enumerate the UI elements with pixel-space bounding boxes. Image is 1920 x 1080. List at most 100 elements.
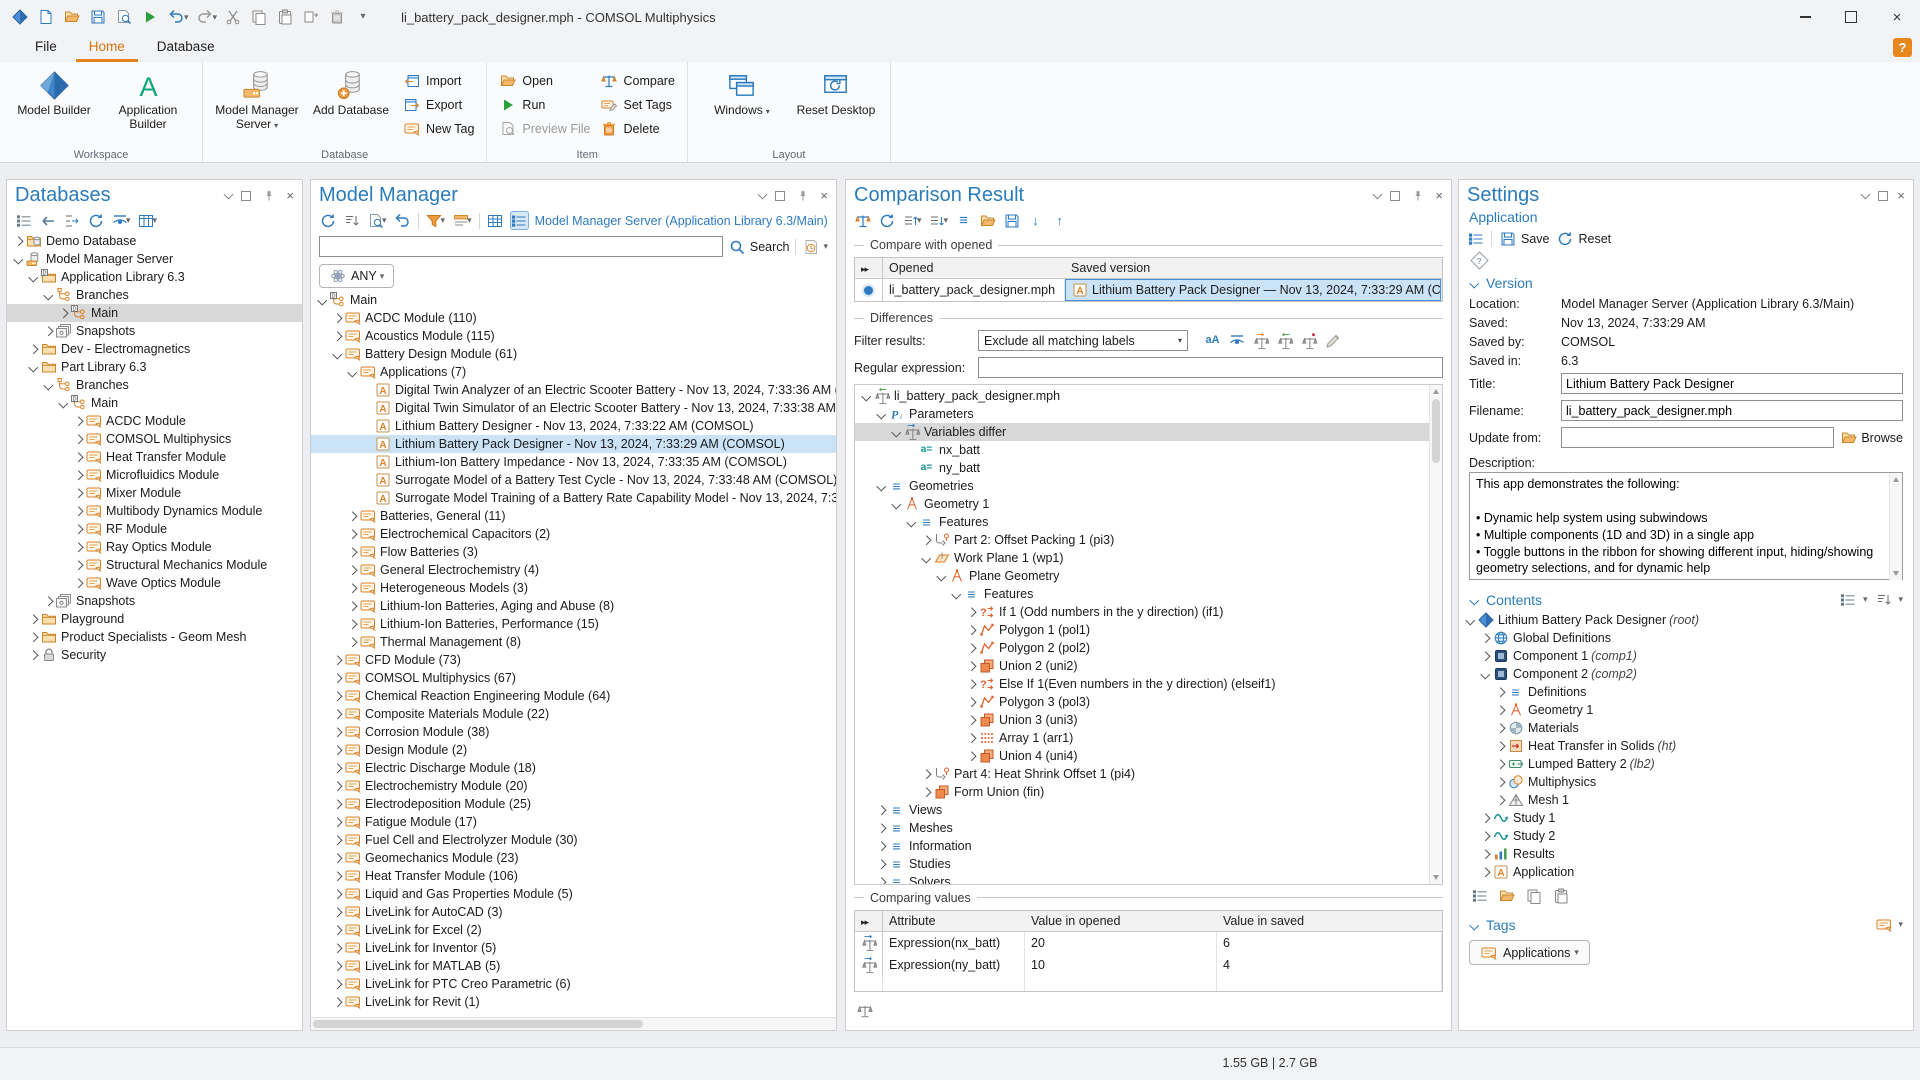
- goto-button[interactable]: [63, 212, 80, 229]
- chevron-down-icon[interactable]: [757, 189, 768, 199]
- tree-item-features[interactable]: ≡ Features: [855, 513, 1442, 531]
- tree-item-main[interactable]: Main: [7, 304, 302, 322]
- copy-button[interactable]: [249, 7, 269, 27]
- expander-icon[interactable]: [1478, 633, 1492, 643]
- attribute-cell[interactable]: Expression(ny_batt): [883, 953, 1025, 976]
- tree-item-form-union-fin[interactable]: Form Union (fin): [855, 783, 1442, 801]
- tree-item-mesh-1[interactable]: Mesh 1: [1459, 791, 1913, 809]
- tree-item-union-4-uni4[interactable]: Union 4 (uni4): [855, 747, 1442, 765]
- undo-button[interactable]: ▾: [166, 7, 189, 27]
- expander-icon[interactable]: [330, 961, 344, 971]
- tree-item-corrosion-module[interactable]: Corrosion Module (38): [311, 723, 836, 741]
- tree-item-geometries[interactable]: ≡ Geometries: [855, 477, 1442, 495]
- cut-button[interactable]: [223, 7, 243, 27]
- tree-item-studies[interactable]: ≡ Studies: [855, 855, 1442, 873]
- regular-expression-input[interactable]: [978, 357, 1443, 378]
- tree-item-component-2[interactable]: Component 2 (comp2): [1459, 665, 1913, 683]
- tree-item-heat-transfer-module[interactable]: Heat Transfer Module: [7, 448, 302, 466]
- column-header-opened[interactable]: Opened: [883, 258, 1065, 279]
- value-in-saved-cell[interactable]: 4: [1217, 953, 1442, 976]
- attribute-cell[interactable]: Expression(nx_batt): [883, 931, 1025, 954]
- description-field[interactable]: This app demonstrates the following: • D…: [1469, 472, 1903, 580]
- minimize-button[interactable]: [1782, 0, 1828, 34]
- tree-item-acdc-module[interactable]: ACDC Module: [7, 412, 302, 430]
- tree-item-global-definitions[interactable]: Global Definitions: [1459, 629, 1913, 647]
- table-corner[interactable]: ▸▸: [855, 258, 883, 279]
- expander-icon[interactable]: [41, 596, 55, 606]
- tag-chip-applications[interactable]: Applications ▾: [1469, 940, 1590, 965]
- sort-order-icon[interactable]: [1875, 591, 1892, 608]
- expander-icon[interactable]: [345, 619, 359, 629]
- tree-item-views[interactable]: ≡ Views: [855, 801, 1442, 819]
- expander-icon[interactable]: [330, 835, 344, 845]
- expander-icon[interactable]: [330, 889, 344, 899]
- vertical-scrollbar[interactable]: [1429, 385, 1442, 884]
- tree-item-design-module[interactable]: Design Module (2): [311, 741, 836, 759]
- expander-icon[interactable]: [345, 367, 359, 378]
- expander-icon[interactable]: [71, 578, 85, 588]
- refresh-button[interactable]: [878, 212, 895, 229]
- tree-item-playground[interactable]: Playground: [7, 610, 302, 628]
- tree-item-lithium-battery-pack-designer-nov-13-202[interactable]: Lithium Battery Pack Designer - Nov 13, …: [311, 435, 836, 453]
- maximize-button[interactable]: [1828, 0, 1874, 34]
- show-options-icon[interactable]: [1467, 230, 1484, 247]
- tree-item-flow-batteries[interactable]: Flow Batteries (3): [311, 543, 836, 561]
- tree-item-composite-materials-module[interactable]: Composite Materials Module (22): [311, 705, 836, 723]
- tree-item-electrochemical-capacitors[interactable]: Electrochemical Capacitors (2): [311, 525, 836, 543]
- tree-item-livelink-for-revit[interactable]: LiveLink for Revit (1): [311, 993, 836, 1011]
- expander-icon[interactable]: [964, 697, 978, 707]
- tree-item-wave-optics-module[interactable]: Wave Optics Module: [7, 574, 302, 592]
- tree-item-surrogate-model-training-of-a-battery-ra[interactable]: Surrogate Model Training of a Battery Ra…: [311, 489, 836, 507]
- expander-icon[interactable]: [330, 349, 344, 360]
- tree-item-model-manager-server[interactable]: Model Manager Server: [7, 250, 302, 268]
- expander-icon[interactable]: [919, 769, 933, 779]
- expander-icon[interactable]: [330, 925, 344, 935]
- tree-item-materials[interactable]: Materials: [1459, 719, 1913, 737]
- tree-item-lithium-ion-batteries-performance[interactable]: Lithium-Ion Batteries, Performance (15): [311, 615, 836, 633]
- filter-results-dropdown[interactable]: Exclude all matching labels ▾: [978, 330, 1188, 351]
- tree-item-digital-twin-analyzer-of-an-electric-sco[interactable]: Digital Twin Analyzer of an Electric Sco…: [311, 381, 836, 399]
- expander-icon[interactable]: [330, 709, 344, 719]
- expander-icon[interactable]: [26, 272, 40, 283]
- columns-button[interactable]: ▾: [138, 212, 157, 229]
- tree-item-solvers[interactable]: ≡ Solvers: [855, 873, 1442, 884]
- expander-icon[interactable]: [330, 727, 344, 737]
- tree-item-product-specialists-geom-mesh[interactable]: Product Specialists - Geom Mesh: [7, 628, 302, 646]
- tree-item-dev-electromagnetics[interactable]: Dev - Electromagnetics: [7, 340, 302, 358]
- expander-icon[interactable]: [330, 655, 344, 665]
- tree-item-definitions[interactable]: ≡ Definitions: [1459, 683, 1913, 701]
- tree-item-microfluidics-module[interactable]: Microfluidics Module: [7, 466, 302, 484]
- linesdown-button[interactable]: ▾: [929, 212, 948, 229]
- open-button[interactable]: [62, 7, 82, 27]
- float-icon[interactable]: [1878, 190, 1889, 201]
- expander-icon[interactable]: [964, 715, 978, 725]
- browse-button[interactable]: Browse: [1840, 429, 1903, 446]
- expander-icon[interactable]: [71, 560, 85, 570]
- tag-icon[interactable]: [1875, 916, 1892, 933]
- expander-icon[interactable]: [330, 817, 344, 827]
- scalesOR-button[interactable]: [1252, 332, 1269, 349]
- tree-item-li-battery-pack-designer-mph[interactable]: li_battery_pack_designer.mph: [855, 387, 1442, 405]
- close-icon[interactable]: ×: [820, 188, 828, 203]
- tree-item-electric-discharge-module[interactable]: Electric Discharge Module (18): [311, 759, 836, 777]
- expander-icon[interactable]: [919, 553, 933, 564]
- tree-item-ny-batt[interactable]: a= ny_batt: [855, 459, 1442, 477]
- newdoc-button[interactable]: [36, 7, 56, 27]
- uarr-button[interactable]: ↑: [1051, 212, 1068, 229]
- help-button[interactable]: ?: [1893, 38, 1912, 57]
- expander-icon[interactable]: [71, 434, 85, 444]
- expander-icon[interactable]: [11, 254, 25, 265]
- chevron-down-icon[interactable]: [1372, 189, 1383, 199]
- expander-icon[interactable]: [874, 877, 888, 884]
- expander-icon[interactable]: [315, 295, 329, 306]
- expander-icon[interactable]: [1493, 723, 1507, 733]
- expander-icon[interactable]: [874, 841, 888, 851]
- tree-item-chemical-reaction-engineering-module[interactable]: Chemical Reaction Engineering Module (64…: [311, 687, 836, 705]
- table-corner[interactable]: ▸▸: [855, 910, 883, 932]
- refresh-button[interactable]: [87, 212, 104, 229]
- trashg-button[interactable]: [327, 7, 347, 27]
- tree-item-livelink-for-ptc-creo-parametric[interactable]: LiveLink for PTC Creo Parametric (6): [311, 975, 836, 993]
- run-button[interactable]: [140, 7, 160, 27]
- tab-database[interactable]: Database: [144, 34, 228, 62]
- expander-icon[interactable]: [26, 632, 40, 642]
